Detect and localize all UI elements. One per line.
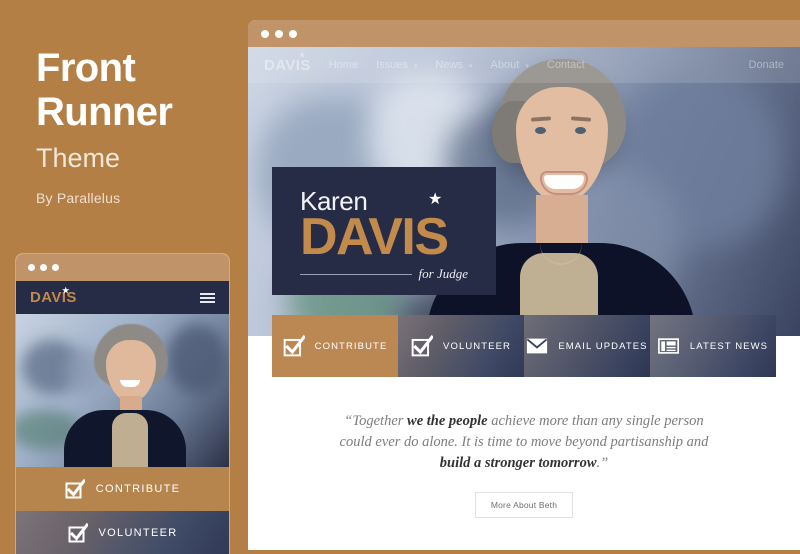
desktop-preview-window: DAVIS ★ Home Issues ▾ News ▾ About ▾ Con… bbox=[248, 20, 800, 550]
mobile-cta-label: CONTRIBUTE bbox=[95, 483, 181, 495]
mobile-site-logo[interactable]: DAVIS ★ bbox=[30, 286, 77, 305]
campaign-tagline-row: for Judge bbox=[300, 266, 468, 282]
campaign-quote: “Together we the people achieve more tha… bbox=[334, 411, 714, 474]
quote-part-1: Together bbox=[352, 413, 408, 429]
action-label: EMAIL UPDATES bbox=[558, 340, 648, 352]
nav-item-label: Issues bbox=[376, 59, 408, 71]
envelope-icon bbox=[526, 337, 548, 355]
action-latest-news[interactable]: LATEST NEWS bbox=[650, 315, 776, 377]
candidate-last-name-row: DAVIS ★ bbox=[300, 191, 496, 266]
action-label: LATEST NEWS bbox=[689, 340, 769, 352]
mobile-preview-window: DAVIS ★ CONTRIBUTE VOLUNTEER bbox=[16, 254, 229, 554]
quote-bold-1: we the people bbox=[407, 413, 488, 429]
chevron-down-icon: ▾ bbox=[525, 63, 529, 70]
window-dot-minimize-icon[interactable] bbox=[275, 29, 283, 38]
action-volunteer[interactable]: VOLUNTEER bbox=[398, 315, 524, 377]
checkbox-check-icon bbox=[283, 335, 305, 357]
campaign-logo-plate: Karen DAVIS ★ for Judge bbox=[272, 167, 496, 295]
quote-section: “Together we the people achieve more tha… bbox=[248, 377, 800, 518]
nav-item-about[interactable]: About ▾ bbox=[491, 59, 529, 71]
chevron-down-icon: ▾ bbox=[469, 63, 473, 70]
window-dot-close-icon[interactable] bbox=[28, 264, 35, 271]
checkbox-check-icon bbox=[68, 523, 88, 543]
site-logo[interactable]: DAVIS ★ bbox=[264, 52, 311, 74]
promo-title-line-2: Runner bbox=[36, 90, 173, 134]
mobile-site-header: DAVIS ★ bbox=[16, 281, 229, 314]
nav-item-contact[interactable]: Contact bbox=[547, 59, 585, 71]
hamburger-icon[interactable] bbox=[200, 292, 215, 303]
action-label: VOLUNTEER bbox=[443, 340, 511, 352]
action-buttons-strip: CONTRIBUTE VOLUNTEER EMAIL UPDATES LATES… bbox=[272, 315, 776, 377]
action-contribute[interactable]: CONTRIBUTE bbox=[272, 315, 398, 377]
nav-item-label: Contact bbox=[546, 59, 585, 71]
promo-author: By Parallelus bbox=[36, 190, 121, 206]
nav-item-label: Home bbox=[328, 59, 359, 71]
nav-item-home[interactable]: Home bbox=[329, 59, 358, 71]
window-dot-minimize-icon[interactable] bbox=[40, 264, 47, 271]
star-icon: ★ bbox=[299, 51, 306, 59]
window-dot-close-icon[interactable] bbox=[261, 29, 269, 38]
desktop-hero-section: DAVIS ★ Home Issues ▾ News ▾ About ▾ Con… bbox=[248, 47, 800, 336]
action-label: CONTRIBUTE bbox=[314, 340, 388, 352]
desktop-titlebar bbox=[248, 20, 800, 47]
nav-item-issues[interactable]: Issues ▾ bbox=[376, 59, 417, 71]
nav-item-label: About bbox=[490, 59, 520, 71]
nav-item-label: News bbox=[435, 59, 463, 71]
mobile-titlebar bbox=[16, 254, 229, 281]
promo-text-block: Front Runner Theme By Parallelus bbox=[0, 0, 248, 206]
candidate-last-name: DAVIS bbox=[300, 208, 449, 266]
quote-close-mark: ” bbox=[600, 455, 609, 471]
newspaper-icon bbox=[657, 336, 680, 356]
checkbox-check-icon bbox=[65, 479, 85, 499]
window-dot-maximize-icon[interactable] bbox=[52, 264, 59, 271]
promo-title-line-1: Front bbox=[36, 46, 136, 90]
mobile-cta-volunteer[interactable]: VOLUNTEER bbox=[16, 511, 229, 554]
action-email-updates[interactable]: EMAIL UPDATES bbox=[524, 315, 650, 377]
site-logo-text: DAVIS bbox=[264, 56, 311, 74]
mobile-hero-photo bbox=[16, 314, 229, 467]
divider bbox=[300, 273, 412, 275]
nav-item-news[interactable]: News ▾ bbox=[435, 59, 472, 71]
star-icon: ★ bbox=[428, 191, 443, 208]
checkbox-check-icon bbox=[411, 335, 434, 357]
mobile-cta-label: VOLUNTEER bbox=[98, 527, 178, 539]
mobile-cta-contribute[interactable]: CONTRIBUTE bbox=[16, 467, 229, 511]
campaign-tagline: for Judge bbox=[418, 266, 468, 281]
more-about-button[interactable]: More About Beth bbox=[474, 492, 574, 518]
promo-subtitle: Theme bbox=[36, 143, 121, 173]
site-navigation-bar: DAVIS ★ Home Issues ▾ News ▾ About ▾ Con… bbox=[248, 47, 800, 83]
star-icon: ★ bbox=[62, 286, 70, 295]
quote-bold-2: build a stronger tomorrow bbox=[439, 455, 597, 471]
chevron-down-icon: ▾ bbox=[413, 63, 418, 70]
nav-item-donate[interactable]: Donate bbox=[749, 59, 784, 71]
window-dot-maximize-icon[interactable] bbox=[289, 29, 297, 38]
